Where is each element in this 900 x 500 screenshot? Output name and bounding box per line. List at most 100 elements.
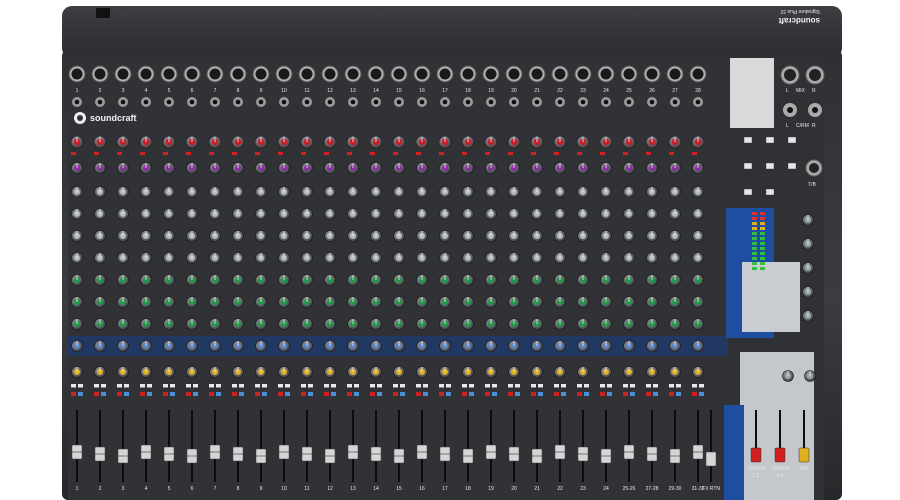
mute-button[interactable] [209, 392, 214, 396]
route-button[interactable] [531, 384, 536, 388]
pfl-button[interactable] [653, 392, 658, 396]
route-button[interactable] [492, 384, 497, 388]
aux2-knob[interactable] [646, 296, 658, 308]
eq-hmid-knob[interactable] [140, 208, 152, 220]
aux1-knob[interactable] [508, 274, 520, 286]
eq-low-knob[interactable] [646, 252, 658, 264]
eq-high-knob[interactable] [669, 186, 681, 198]
mute-button[interactable] [393, 392, 398, 396]
eq-low-knob[interactable] [531, 252, 543, 264]
hpf-button[interactable] [577, 152, 582, 155]
jack-input-icon[interactable] [256, 97, 266, 107]
aux3-knob[interactable] [232, 318, 244, 330]
jack-input-icon[interactable] [187, 97, 197, 107]
pan-knob[interactable] [692, 366, 704, 378]
xlr-input-icon[interactable] [229, 65, 247, 83]
eq-lmid-knob[interactable] [209, 230, 221, 242]
aux1-knob[interactable] [577, 274, 589, 286]
fx-knob[interactable] [324, 162, 336, 174]
jack-input-icon[interactable] [440, 97, 450, 107]
jack-input-icon[interactable] [693, 97, 703, 107]
master-knob[interactable] [804, 370, 816, 382]
eq-high-knob[interactable] [140, 186, 152, 198]
eq-hmid-knob[interactable] [623, 208, 635, 220]
eq-hmid-knob[interactable] [117, 208, 129, 220]
hpf-button[interactable] [531, 152, 536, 155]
hpf-button[interactable] [209, 152, 214, 155]
eq-high-knob[interactable] [462, 186, 474, 198]
route-button[interactable] [163, 384, 168, 388]
gain-knob[interactable] [346, 135, 360, 149]
xlr-input-icon[interactable] [505, 65, 523, 83]
eq-lmid-knob[interactable] [255, 230, 267, 242]
eq-high-knob[interactable] [370, 186, 382, 198]
pfl-button[interactable] [331, 392, 336, 396]
aux3-knob[interactable] [163, 318, 175, 330]
master-button[interactable] [743, 162, 753, 170]
hpf-button[interactable] [117, 152, 122, 155]
eq-low-knob[interactable] [278, 252, 290, 264]
aux4-knob[interactable] [577, 340, 589, 352]
fx-knob[interactable] [255, 162, 267, 174]
mute-button[interactable] [347, 392, 352, 396]
aux3-knob[interactable] [692, 318, 704, 330]
mute-button[interactable] [278, 392, 283, 396]
jack-input-icon[interactable] [371, 97, 381, 107]
pfl-button[interactable] [170, 392, 175, 396]
eq-low-knob[interactable] [508, 252, 520, 264]
pfl-button[interactable] [538, 392, 543, 396]
aux4-knob[interactable] [646, 340, 658, 352]
eq-high-knob[interactable] [324, 186, 336, 198]
xlr-input-icon[interactable] [597, 65, 615, 83]
hpf-button[interactable] [623, 152, 628, 155]
eq-high-knob[interactable] [646, 186, 658, 198]
pan-knob[interactable] [669, 366, 681, 378]
pan-knob[interactable] [117, 366, 129, 378]
jack-input-icon[interactable] [670, 97, 680, 107]
master-button[interactable] [765, 136, 775, 144]
aux4-knob[interactable] [692, 340, 704, 352]
eq-lmid-knob[interactable] [324, 230, 336, 242]
eq-high-knob[interactable] [232, 186, 244, 198]
aux4-knob[interactable] [439, 340, 451, 352]
pan-knob[interactable] [508, 366, 520, 378]
jack-input-icon[interactable] [624, 97, 634, 107]
fx-knob[interactable] [186, 162, 198, 174]
eq-high-knob[interactable] [71, 186, 83, 198]
xlr-input-icon[interactable] [689, 65, 707, 83]
route-button[interactable] [462, 384, 467, 388]
gain-knob[interactable] [576, 135, 590, 149]
pan-knob[interactable] [439, 366, 451, 378]
hpf-button[interactable] [646, 152, 651, 155]
fx-knob[interactable] [531, 162, 543, 174]
eq-high-knob[interactable] [347, 186, 359, 198]
eq-low-knob[interactable] [462, 252, 474, 264]
xlr-input-icon[interactable] [620, 65, 638, 83]
eq-low-knob[interactable] [140, 252, 152, 264]
route-button[interactable] [439, 384, 444, 388]
aux1-knob[interactable] [692, 274, 704, 286]
aux4-knob[interactable] [301, 340, 313, 352]
gain-knob[interactable] [484, 135, 498, 149]
aux3-knob[interactable] [554, 318, 566, 330]
pan-knob[interactable] [393, 366, 405, 378]
eq-high-knob[interactable] [531, 186, 543, 198]
route-button[interactable] [554, 384, 559, 388]
pfl-button[interactable] [285, 392, 290, 396]
aux2-knob[interactable] [531, 296, 543, 308]
pfl-button[interactable] [676, 392, 681, 396]
jack-input-icon[interactable] [463, 97, 473, 107]
aux1-knob[interactable] [600, 274, 612, 286]
gain-knob[interactable] [553, 135, 567, 149]
pan-knob[interactable] [485, 366, 497, 378]
jack-input-icon[interactable] [95, 97, 105, 107]
aux2-knob[interactable] [232, 296, 244, 308]
route-button[interactable] [285, 384, 290, 388]
mute-button[interactable] [485, 392, 490, 396]
jack-input-icon[interactable] [532, 97, 542, 107]
aux4-knob[interactable] [370, 340, 382, 352]
fx-knob[interactable] [646, 162, 658, 174]
pan-knob[interactable] [554, 366, 566, 378]
aux2-knob[interactable] [623, 296, 635, 308]
aux4-knob[interactable] [508, 340, 520, 352]
